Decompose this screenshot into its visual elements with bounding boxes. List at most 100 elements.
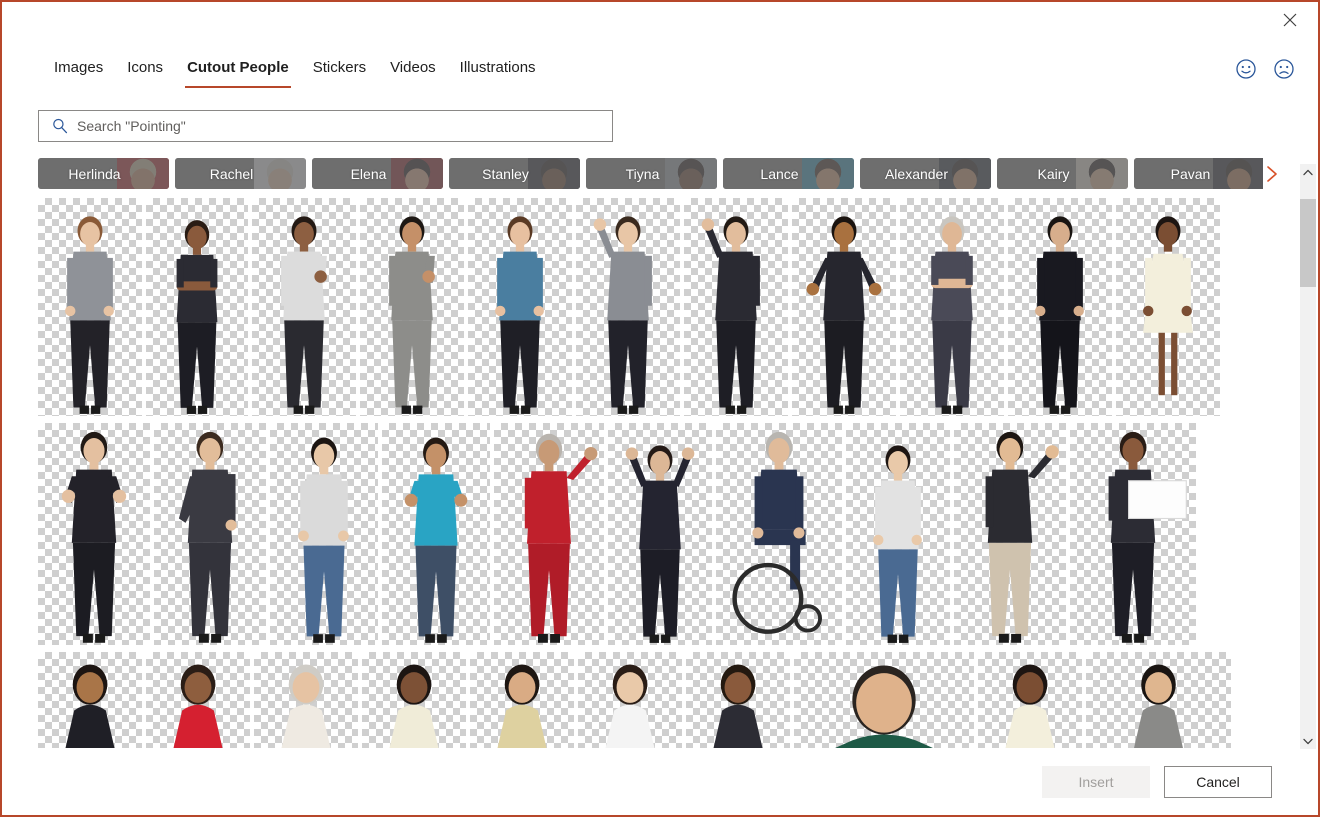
person-chip-label: Lance xyxy=(760,165,799,182)
tab-label: Cutout People xyxy=(187,59,289,76)
tab-icons[interactable]: Icons xyxy=(115,55,175,88)
person-filter-chips: Herlinda Rachel Elena Stanley Tiyna Lance Alex… xyxy=(38,158,1263,190)
cutout-girl-hands-on-ears[interactable] xyxy=(846,423,950,645)
tab-cutout-people[interactable]: Cutout People xyxy=(175,55,301,88)
cutout-boy-striped-shirt[interactable] xyxy=(270,423,378,645)
search-icon xyxy=(53,118,68,134)
person-chip[interactable]: Rachel xyxy=(175,158,306,189)
insert-media-dialog: Images Icons Cutout People Stickers Vide… xyxy=(0,0,1320,817)
cutout-person-image xyxy=(846,423,950,645)
feedback-buttons xyxy=(1234,57,1296,81)
cutout-person-image xyxy=(1070,423,1196,645)
person-chip-label: Herlinda xyxy=(68,165,121,182)
results-row xyxy=(38,198,1271,416)
cutout-bearded-man-thumbs-up[interactable] xyxy=(360,198,464,416)
insert-button[interactable]: Insert xyxy=(1042,766,1150,798)
cutout-person-image xyxy=(270,423,378,645)
smiley-face-icon[interactable] xyxy=(1234,57,1258,81)
cutout-person-image xyxy=(1116,198,1220,416)
person-chip-label: Pavan xyxy=(1170,165,1211,182)
cutout-person-image xyxy=(154,423,266,645)
tab-label: Images xyxy=(54,59,104,76)
tab-stickers[interactable]: Stickers xyxy=(301,55,378,88)
chevron-right-icon xyxy=(1267,166,1277,182)
person-chip[interactable]: Elena xyxy=(312,158,443,189)
person-chip[interactable]: Herlinda xyxy=(38,158,169,189)
cutout-older-woman-waving[interactable] xyxy=(254,652,358,748)
cutout-man-yellow-shirt-back[interactable] xyxy=(470,652,574,748)
cutout-person-image xyxy=(468,198,572,416)
cutout-person-image xyxy=(792,198,896,416)
cutout-girl-floral-arms-crossed[interactable] xyxy=(978,652,1082,748)
tab-illustrations[interactable]: Illustrations xyxy=(448,55,548,88)
cutout-person-image xyxy=(362,652,466,748)
cutout-person-image xyxy=(608,423,712,645)
cutout-person-image xyxy=(470,652,574,748)
cutout-boy-backpack-thumbs-up[interactable] xyxy=(382,423,490,645)
results-row xyxy=(38,652,1271,748)
cutout-person-image xyxy=(1008,198,1112,416)
results-row xyxy=(38,423,1271,645)
cutout-girl-floral-dress-phone[interactable] xyxy=(1116,198,1220,416)
cutout-person-image xyxy=(954,423,1066,645)
person-chip-label: Stanley xyxy=(482,165,529,182)
cutout-woman-thumbs-up[interactable] xyxy=(252,198,356,416)
cancel-button[interactable]: Cancel xyxy=(1164,766,1272,798)
cutout-girl-floral-dress-cheering[interactable] xyxy=(362,652,466,748)
cutout-person-image xyxy=(38,652,142,748)
cutout-woman-side-profile[interactable] xyxy=(1008,198,1112,416)
cutout-man-badge-thinking[interactable] xyxy=(38,652,142,748)
person-chip[interactable]: Alexander xyxy=(860,158,991,189)
cutout-woman-white-coat-raising[interactable] xyxy=(578,652,682,748)
close-icon[interactable] xyxy=(1268,5,1312,35)
cutout-older-man-arms-crossed[interactable] xyxy=(900,198,1004,416)
scroll-up-button[interactable] xyxy=(1300,164,1316,181)
cutout-young-man-thinking[interactable] xyxy=(38,198,142,416)
person-chip-label: Tiyna xyxy=(625,165,660,182)
search-box[interactable] xyxy=(38,110,613,142)
cutout-person-image xyxy=(146,652,250,748)
person-chip[interactable]: Lance xyxy=(723,158,854,189)
search-input[interactable] xyxy=(77,118,604,134)
cutout-woman-two-thumbs-up[interactable] xyxy=(38,423,150,645)
cutout-woman-arms-crossed[interactable] xyxy=(146,198,248,416)
person-chip[interactable]: Pavan xyxy=(1134,158,1263,189)
tab-label: Stickers xyxy=(312,59,367,76)
person-chip-label: Kairy xyxy=(1037,165,1070,182)
cutout-woman-presenting[interactable] xyxy=(954,423,1066,645)
tab-videos[interactable]: Videos xyxy=(378,55,448,88)
cutout-person-image xyxy=(794,652,974,748)
scroll-down-button[interactable] xyxy=(1300,733,1316,750)
scrollbar-thumb[interactable] xyxy=(1300,199,1316,287)
person-chip[interactable]: Tiyna xyxy=(586,158,717,189)
cutout-man-gray-suit-presenting[interactable] xyxy=(1086,652,1231,748)
cutout-woman-vest-pointing[interactable] xyxy=(686,652,790,748)
cutout-woman-red-top-presenting[interactable] xyxy=(146,652,250,748)
cutout-person-image xyxy=(900,198,1004,416)
tab-label: Icons xyxy=(127,59,164,76)
chips-next-button[interactable] xyxy=(1258,160,1286,188)
cutout-woman-red-dress-pointing[interactable] xyxy=(494,423,604,645)
cutout-woman-holding-blank-sign[interactable] xyxy=(1070,423,1196,645)
media-type-tabs: Images Icons Cutout People Stickers Vide… xyxy=(42,55,548,88)
cutout-person-image xyxy=(578,652,682,748)
scrollbar-track[interactable] xyxy=(1300,181,1316,733)
cutout-woman-hand-to-ear[interactable] xyxy=(684,198,788,416)
results-scrollbar[interactable] xyxy=(1300,164,1316,750)
tab-label: Videos xyxy=(390,59,436,76)
cutout-man-raising-hand[interactable] xyxy=(576,198,680,416)
chevron-down-icon xyxy=(1303,738,1313,745)
person-chip-label: Rachel xyxy=(209,165,254,182)
frowning-face-icon[interactable] xyxy=(1272,57,1296,81)
cutout-man-shrugging[interactable] xyxy=(792,198,896,416)
person-chip[interactable]: Stanley xyxy=(449,158,580,189)
cutout-man-head-in-hand-closeup[interactable] xyxy=(794,652,974,748)
cutout-woman-hands-on-chest[interactable] xyxy=(468,198,572,416)
cutout-person-image xyxy=(146,198,248,416)
person-chip[interactable]: Kairy xyxy=(997,158,1128,189)
chevron-up-icon xyxy=(1303,169,1313,176)
tab-images[interactable]: Images xyxy=(42,55,115,88)
cutout-man-hand-on-hip[interactable] xyxy=(154,423,266,645)
cutout-man-in-wheelchair[interactable] xyxy=(716,423,842,645)
cutout-woman-arms-raised[interactable] xyxy=(608,423,712,645)
